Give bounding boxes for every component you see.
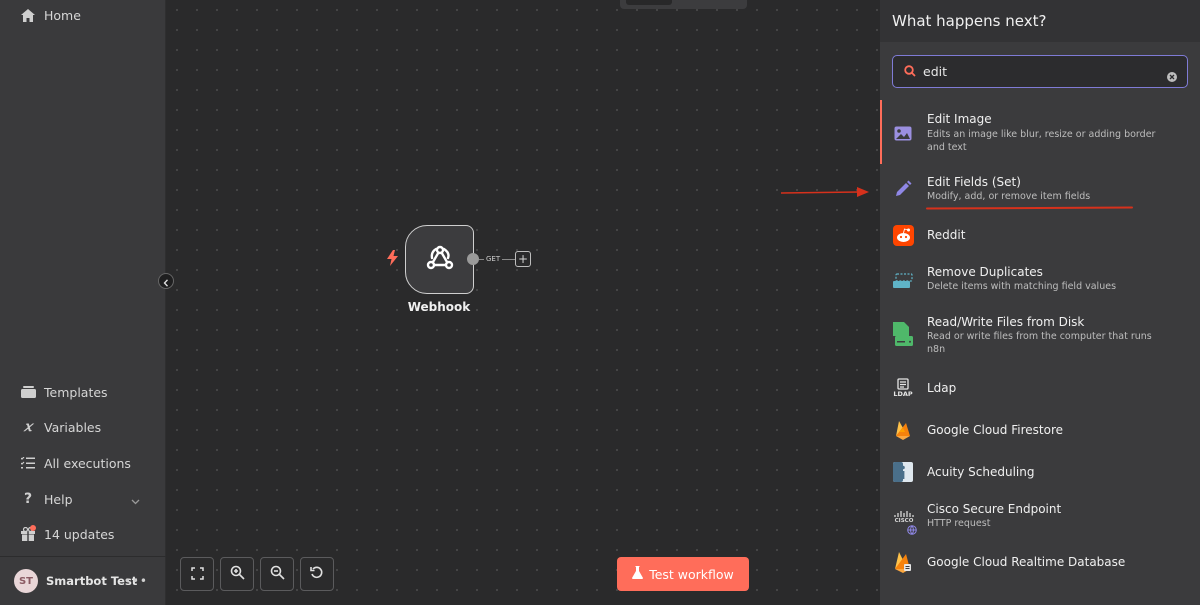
notification-dot [30, 525, 36, 531]
list-item-read-write-files[interactable]: Read/Write Files from Disk Read or write… [880, 314, 1200, 360]
item-title: Remove Duplicates [927, 265, 1043, 279]
list-item-ldap[interactable]: LDAP Ldap [880, 377, 1200, 401]
zoom-out-icon [270, 565, 285, 584]
remove-duplicates-icon [892, 270, 914, 292]
acuity-icon [892, 461, 914, 483]
search-field[interactable] [892, 55, 1188, 88]
list-item-remove-duplicates[interactable]: Remove Duplicates Delete items with matc… [880, 265, 1200, 299]
list-item-edit-image[interactable]: Edit Image Edits an image like blur, res… [880, 112, 1200, 158]
node-creator-panel: What happens next? Edit Image Edits an i… [880, 0, 1200, 605]
list-item-google-cloud-realtime-database[interactable]: Google Cloud Realtime Database [880, 551, 1200, 573]
sidebar-item-help[interactable]: ? Help [0, 484, 166, 514]
item-description: Edits an image like blur, resize or addi… [927, 129, 1156, 153]
sidebar: Home Templates 𝑥 Variables All execution… [0, 0, 166, 605]
item-title: Edit Image [927, 112, 992, 126]
zoom-in-button[interactable] [220, 557, 254, 591]
home-icon [20, 7, 36, 23]
sidebar-item-templates[interactable]: Templates [0, 377, 166, 407]
sidebar-item-label: Variables [44, 419, 102, 435]
chevron-down-icon [131, 493, 140, 508]
panel-title: What happens next? [880, 0, 1200, 42]
sidebar-item-label: Home [44, 7, 81, 23]
plus-icon: + [517, 252, 529, 266]
item-title: Reddit [927, 228, 966, 242]
item-title: Read/Write Files from Disk [927, 315, 1085, 329]
file-disk-icon [892, 322, 914, 346]
fit-view-icon [190, 565, 204, 584]
list-item-acuity-scheduling[interactable]: Acuity Scheduling [880, 461, 1200, 483]
firestore-icon [892, 419, 914, 441]
list-item-reddit[interactable]: Reddit [880, 224, 1200, 246]
item-description: Delete items with matching field values [927, 281, 1117, 292]
reddit-icon [892, 224, 914, 246]
connector-label: GET [484, 255, 503, 263]
workflow-canvas[interactable]: Test workflow [167, 0, 879, 605]
undo-icon [310, 565, 324, 584]
zoom-out-button[interactable] [260, 557, 294, 591]
item-title: Google Cloud Realtime Database [927, 555, 1126, 569]
more-options-icon[interactable]: ••• [124, 574, 148, 588]
item-title: Ldap [927, 381, 957, 395]
item-title: Edit Fields (Set) [927, 175, 1021, 189]
sidebar-item-label: All executions [44, 455, 131, 471]
sidebar-item-label: Help [44, 491, 73, 507]
sidebar-item-label: 14 updates [44, 526, 115, 542]
zoom-to-fit-button[interactable] [180, 557, 214, 591]
flask-icon [632, 566, 649, 582]
item-description: HTTP request [927, 518, 991, 529]
image-icon [892, 122, 914, 144]
sidebar-item-executions[interactable]: All executions [0, 448, 166, 478]
search-icon [904, 62, 916, 81]
reset-zoom-button[interactable] [300, 557, 334, 591]
list-check-icon [20, 455, 36, 471]
item-description: Modify, add, or remove item fields [927, 191, 1091, 202]
canvas-top-tab[interactable] [620, 0, 747, 9]
node-label: Webhook [407, 300, 471, 314]
user-menu[interactable]: ST Smartbot Test ••• [0, 556, 166, 605]
webhook-icon [425, 244, 455, 276]
webhook-node[interactable] [405, 225, 474, 294]
sidebar-item-home[interactable]: Home [0, 0, 166, 30]
sidebar-item-label: Templates [44, 384, 108, 400]
firebase-icon [892, 551, 914, 573]
test-workflow-button[interactable]: Test workflow [617, 557, 749, 591]
templates-icon [20, 384, 36, 400]
help-icon: ? [23, 491, 33, 507]
chevron-left-icon [163, 272, 169, 291]
collapse-sidebar-button[interactable] [158, 273, 174, 289]
zoom-in-icon [230, 565, 245, 584]
variables-icon: 𝑥 [24, 419, 32, 435]
trigger-bolt-icon [387, 250, 398, 270]
sidebar-item-variables[interactable]: 𝑥 Variables [0, 412, 166, 442]
list-item-edit-fields[interactable]: Edit Fields (Set) Modify, add, or remove… [880, 174, 1200, 208]
list-item-cisco-secure-endpoint[interactable]: CISCO Cisco Secure Endpoint HTTP request [880, 502, 1200, 536]
pencil-icon [892, 178, 914, 200]
item-title: Acuity Scheduling [927, 465, 1035, 479]
test-workflow-label: Test workflow [649, 566, 734, 582]
add-node-button[interactable]: + [515, 251, 531, 267]
clear-search-icon[interactable] [1167, 67, 1177, 86]
item-title: Cisco Secure Endpoint [927, 502, 1062, 516]
sidebar-item-updates[interactable]: 14 updates [0, 519, 166, 549]
item-title: Google Cloud Firestore [927, 423, 1063, 437]
search-input[interactable] [923, 64, 1153, 79]
output-connector[interactable] [467, 253, 479, 265]
item-description: Read or write files from the computer th… [927, 331, 1152, 355]
globe-badge-icon [907, 520, 917, 539]
ldap-icon: LDAP [892, 377, 914, 399]
avatar: ST [14, 569, 38, 593]
annotation-arrow [781, 187, 869, 197]
ldap-icon-text: LDAP [893, 390, 913, 398]
list-item-google-cloud-firestore[interactable]: Google Cloud Firestore [880, 419, 1200, 441]
